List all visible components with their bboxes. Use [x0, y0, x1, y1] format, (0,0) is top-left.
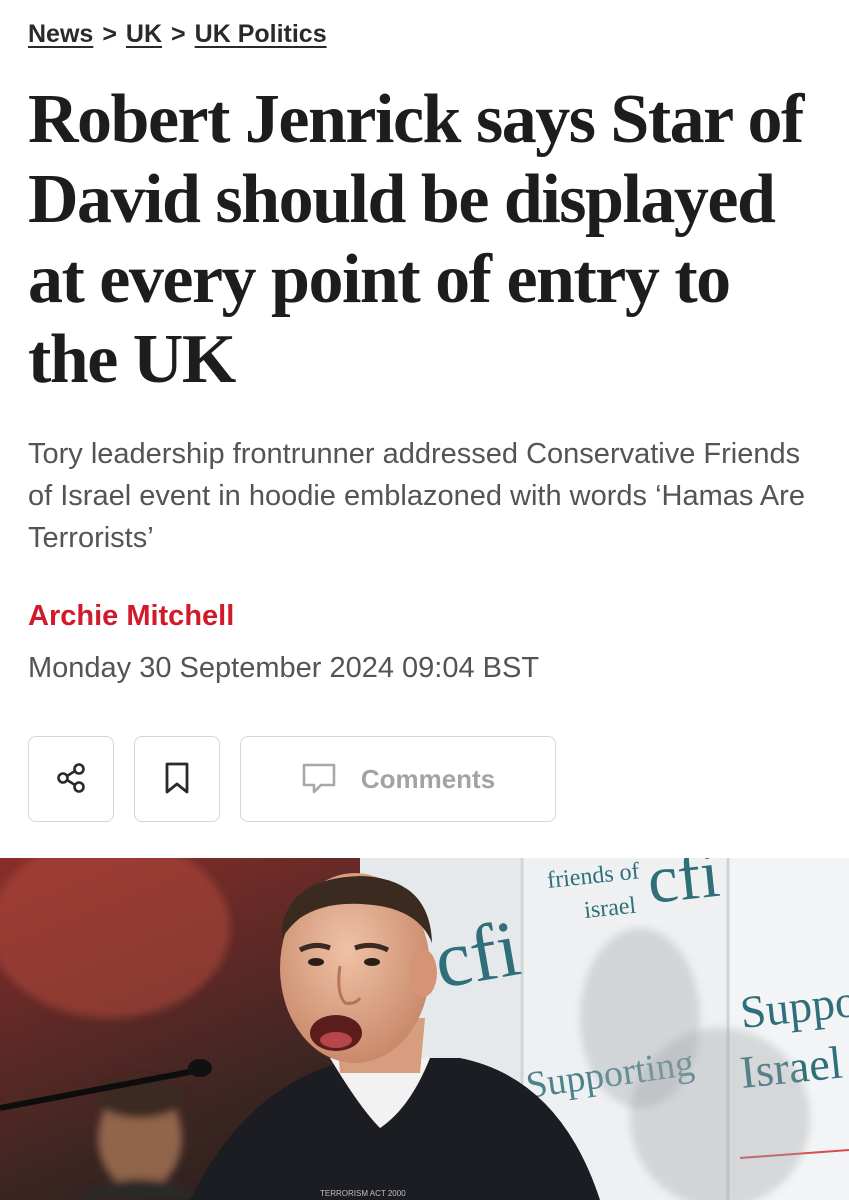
breadcrumb-uk[interactable]: UK: [126, 20, 162, 49]
backdrop-logo-right: cfi: [644, 858, 723, 918]
share-icon: [54, 761, 88, 798]
publish-date: Monday 30 September 2024 09:04 BST: [28, 652, 540, 684]
svg-text:TERRORISM ACT 2000: TERRORISM ACT 2000: [320, 1189, 406, 1198]
comments-button[interactable]: Comments: [240, 736, 556, 822]
bookmark-button[interactable]: [134, 736, 220, 822]
article-headline: Robert Jenrick says Star of David should…: [28, 81, 804, 398]
breadcrumb-news[interactable]: News: [28, 20, 93, 49]
backdrop-israel: israel: [583, 893, 638, 924]
bookmark-icon: [162, 761, 192, 798]
breadcrumb: News > UK > UK Politics: [28, 16, 327, 52]
breadcrumb-uk-politics[interactable]: UK Politics: [195, 20, 327, 49]
breadcrumb-separator: >: [171, 19, 186, 48]
comments-label: Comments: [360, 763, 496, 794]
hero-image: friends of israel cfi cfi Supporting Sup…: [0, 858, 849, 1200]
share-button[interactable]: [28, 736, 114, 822]
article-standfirst: Tory leadership frontrunner addressed Co…: [28, 438, 805, 554]
backdrop-logo-left: cfi: [428, 904, 526, 1005]
comment-icon: [301, 761, 337, 798]
breadcrumb-separator: >: [102, 19, 117, 48]
author-link[interactable]: Archie Mitchell: [28, 600, 234, 633]
